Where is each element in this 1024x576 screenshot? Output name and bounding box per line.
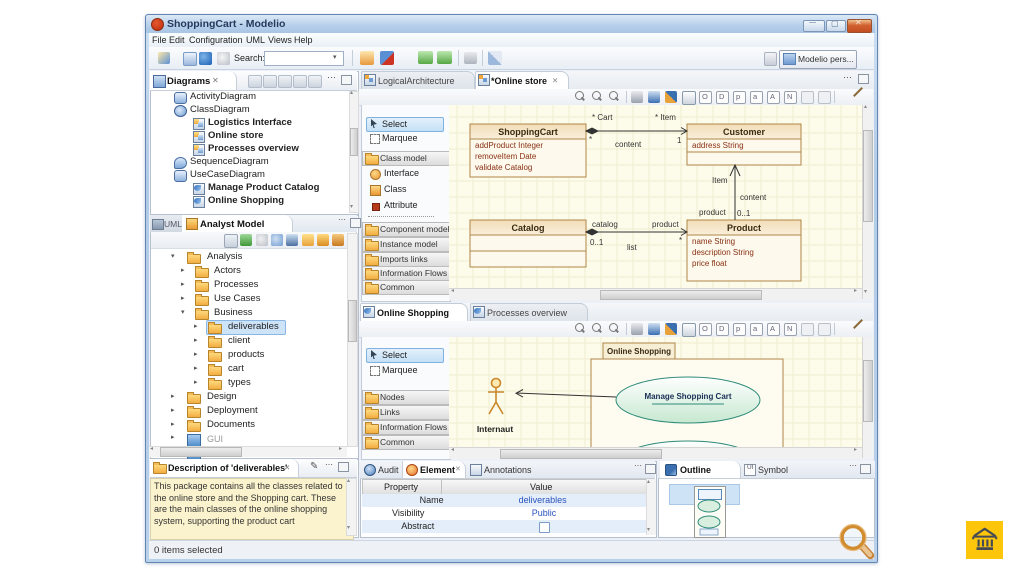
- svg-text:Online Shopping: Online Shopping: [607, 347, 671, 356]
- svg-text:Item: Item: [712, 176, 728, 185]
- svg-text:* Item: * Item: [655, 113, 676, 122]
- svg-text:*: *: [679, 236, 682, 245]
- svg-text:name String: name String: [692, 237, 735, 246]
- svg-text:Product: Product: [727, 223, 761, 233]
- svg-text:Catalog: Catalog: [511, 223, 544, 233]
- svg-text:*: *: [589, 135, 592, 144]
- svg-text:catalog: catalog: [592, 220, 618, 229]
- svg-text:content: content: [615, 140, 642, 149]
- svg-text:validate Catalog: validate Catalog: [475, 163, 532, 172]
- svg-text:removeItem Date: removeItem Date: [475, 152, 537, 161]
- svg-text:address String: address String: [692, 141, 744, 150]
- svg-text:Internaut: Internaut: [477, 424, 514, 434]
- svg-text:1: 1: [677, 136, 682, 145]
- svg-text:ShoppingCart: ShoppingCart: [498, 127, 558, 137]
- svg-text:Manage Shopping Cart: Manage Shopping Cart: [644, 392, 731, 401]
- svg-text:content: content: [740, 193, 767, 202]
- svg-text:product: product: [699, 208, 726, 217]
- svg-text:0..1: 0..1: [590, 238, 604, 247]
- svg-text:list: list: [627, 243, 638, 252]
- svg-text:* Cart: * Cart: [592, 113, 613, 122]
- svg-text:price float: price float: [692, 259, 727, 268]
- svg-text:0..1: 0..1: [737, 209, 751, 218]
- svg-text:description String: description String: [692, 248, 754, 257]
- svg-text:product: product: [652, 220, 679, 229]
- svg-text:Customer: Customer: [723, 127, 766, 137]
- svg-text:addProduct Integer: addProduct Integer: [475, 141, 543, 150]
